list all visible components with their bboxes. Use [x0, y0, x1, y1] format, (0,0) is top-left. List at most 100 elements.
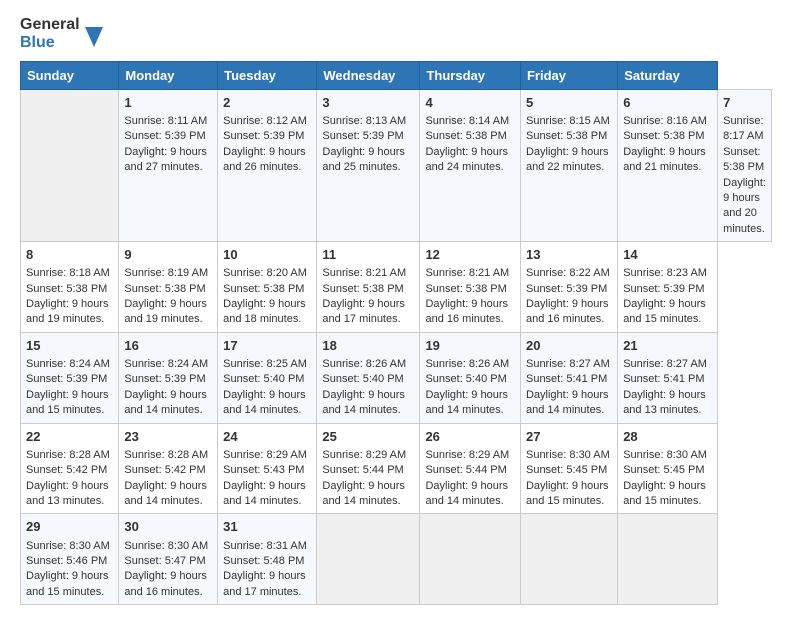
daylight-label: Daylight: 9 hours and 15 minutes. [623, 298, 706, 325]
day-number: 20 [526, 337, 612, 355]
calendar-week-1: 1 Sunrise: 8:11 AM Sunset: 5:39 PM Daylight… [21, 89, 772, 241]
calendar-cell: 11Sunrise: 8:21 AMSunset: 5:38 PMDayligh… [317, 242, 420, 333]
logo-block: General Blue [20, 16, 103, 53]
sunrise-label: Sunrise: 8:11 AM [124, 115, 207, 127]
day-number: 12 [425, 246, 515, 264]
header-cell-saturday: Saturday [618, 61, 718, 89]
sunrise-label: Sunrise: 8:13 AM [322, 115, 406, 127]
daylight-label: Daylight: 9 hours and 17 minutes. [223, 570, 306, 597]
calendar-cell: 29Sunrise: 8:30 AMSunset: 5:46 PMDayligh… [21, 514, 119, 605]
sunset-label: Sunset: 5:41 PM [623, 373, 704, 385]
day-number: 30 [124, 518, 212, 536]
day-number: 15 [26, 337, 113, 355]
header-cell-friday: Friday [520, 61, 617, 89]
daylight-label: Daylight: 9 hours and 14 minutes. [124, 389, 207, 416]
sunset-label: Sunset: 5:39 PM [322, 130, 403, 142]
sunset-label: Sunset: 5:45 PM [623, 464, 704, 476]
calendar-cell: 5Sunrise: 8:15 AMSunset: 5:38 PMDaylight… [520, 89, 617, 241]
calendar-cell: 30Sunrise: 8:30 AMSunset: 5:47 PMDayligh… [119, 514, 218, 605]
sunrise-label: Sunrise: 8:30 AM [26, 540, 110, 552]
sunrise-label: Sunrise: 8:29 AM [425, 449, 509, 461]
calendar-cell: 27Sunrise: 8:30 AMSunset: 5:45 PMDayligh… [520, 423, 617, 514]
header-cell-sunday: Sunday [21, 61, 119, 89]
day-number: 18 [322, 337, 414, 355]
daylight-label: Daylight: 9 hours and 15 minutes. [26, 389, 109, 416]
calendar-week-2: 8Sunrise: 8:18 AMSunset: 5:38 PMDaylight… [21, 242, 772, 333]
sunset-label: Sunset: 5:40 PM [223, 373, 304, 385]
sunset-label: Sunset: 5:42 PM [124, 464, 205, 476]
sunset-label: Sunset: 5:38 PM [623, 130, 704, 142]
day-number: 22 [26, 428, 113, 446]
daylight-label: Daylight: 9 hours and 22 minutes. [526, 146, 609, 173]
calendar-cell: 26Sunrise: 8:29 AMSunset: 5:44 PMDayligh… [420, 423, 521, 514]
logo-general: General [20, 16, 80, 33]
logo-triangle-icon [85, 27, 103, 52]
sunset-label: Sunset: 5:42 PM [26, 464, 107, 476]
day-number: 1 [124, 94, 212, 112]
day-number: 19 [425, 337, 515, 355]
sunrise-label: Sunrise: 8:30 AM [124, 540, 208, 552]
day-number: 10 [223, 246, 311, 264]
sunrise-label: Sunrise: 8:18 AM [26, 267, 110, 279]
empty-cell [21, 89, 119, 241]
sunrise-label: Sunrise: 8:24 AM [26, 358, 110, 370]
sunset-label: Sunset: 5:44 PM [425, 464, 506, 476]
calendar-cell: 17Sunrise: 8:25 AMSunset: 5:40 PMDayligh… [218, 332, 317, 423]
daylight-label: Daylight: 9 hours and 16 minutes. [124, 570, 207, 597]
calendar-cell [618, 514, 718, 605]
day-number: 3 [322, 94, 414, 112]
calendar-cell [520, 514, 617, 605]
daylight-label: Daylight: 9 hours and 14 minutes. [425, 389, 508, 416]
header-cell-wednesday: Wednesday [317, 61, 420, 89]
calendar-cell: 12Sunrise: 8:21 AMSunset: 5:38 PMDayligh… [420, 242, 521, 333]
daylight-label: Daylight: 9 hours and 24 minutes. [425, 146, 508, 173]
day-number: 31 [223, 518, 311, 536]
header-cell-thursday: Thursday [420, 61, 521, 89]
logo: General Blue [20, 16, 103, 53]
calendar-cell: 10Sunrise: 8:20 AMSunset: 5:38 PMDayligh… [218, 242, 317, 333]
sunset-label: Sunset: 5:48 PM [223, 555, 304, 567]
calendar-cell: 4Sunrise: 8:14 AMSunset: 5:38 PMDaylight… [420, 89, 521, 241]
daylight-label: Daylight: 9 hours and 21 minutes. [623, 146, 706, 173]
header-cell-monday: Monday [119, 61, 218, 89]
calendar-week-5: 29Sunrise: 8:30 AMSunset: 5:46 PMDayligh… [21, 514, 772, 605]
sunrise-label: Sunrise: 8:26 AM [425, 358, 509, 370]
logo-blue: Blue [20, 34, 55, 51]
sunrise-label: Sunrise: 8:23 AM [623, 267, 707, 279]
sunset-label: Sunset: 5:39 PM [124, 373, 205, 385]
sunrise-label: Sunrise: 8:20 AM [223, 267, 307, 279]
sunset-label: Sunset: 5:39 PM [623, 283, 704, 295]
sunset-label: Sunset: 5:38 PM [124, 283, 205, 295]
daylight-label: Daylight: 9 hours and 20 minutes. [723, 177, 766, 235]
daylight-label: Daylight: 9 hours and 26 minutes. [223, 146, 306, 173]
day-number: 2 [223, 94, 311, 112]
sunrise-label: Sunrise: 8:31 AM [223, 540, 307, 552]
calendar-cell: 2Sunrise: 8:12 AMSunset: 5:39 PMDaylight… [218, 89, 317, 241]
sunrise-label: Sunrise: 8:19 AM [124, 267, 208, 279]
sunrise-label: Sunrise: 8:29 AM [223, 449, 307, 461]
day-number: 17 [223, 337, 311, 355]
day-number: 29 [26, 518, 113, 536]
calendar-cell [317, 514, 420, 605]
sunset-label: Sunset: 5:45 PM [526, 464, 607, 476]
calendar-cell: 15 Sunrise: 8:24 AM Sunset: 5:39 PM Dayligh… [21, 332, 119, 423]
sunrise-label: Sunrise: 8:27 AM [623, 358, 707, 370]
calendar-cell: 6Sunrise: 8:16 AMSunset: 5:38 PMDaylight… [618, 89, 718, 241]
calendar-cell: 8Sunrise: 8:18 AMSunset: 5:38 PMDaylight… [21, 242, 119, 333]
daylight-label: Daylight: 9 hours and 15 minutes. [526, 480, 609, 507]
calendar-header: SundayMondayTuesdayWednesdayThursdayFrid… [21, 61, 772, 89]
calendar-cell: 9Sunrise: 8:19 AMSunset: 5:38 PMDaylight… [119, 242, 218, 333]
calendar-cell: 14 Sunrise: 8:23 AM Sunset: 5:39 PM Dayligh… [618, 242, 718, 333]
daylight-label: Daylight: 9 hours and 19 minutes. [26, 298, 109, 325]
sunset-label: Sunset: 5:39 PM [26, 373, 107, 385]
sunrise-label: Sunrise: 8:28 AM [124, 449, 208, 461]
day-number: 14 [623, 246, 712, 264]
header-row: SundayMondayTuesdayWednesdayThursdayFrid… [21, 61, 772, 89]
daylight-label: Daylight: 9 hours and 27 minutes. [124, 146, 207, 173]
calendar-body: 1 Sunrise: 8:11 AM Sunset: 5:39 PM Daylight… [21, 89, 772, 604]
sunset-label: Sunset: 5:44 PM [322, 464, 403, 476]
sunset-label: Sunset: 5:38 PM [322, 283, 403, 295]
sunrise-label: Sunrise: 8:27 AM [526, 358, 610, 370]
daylight-label: Daylight: 9 hours and 18 minutes. [223, 298, 306, 325]
sunrise-label: Sunrise: 8:22 AM [526, 267, 610, 279]
